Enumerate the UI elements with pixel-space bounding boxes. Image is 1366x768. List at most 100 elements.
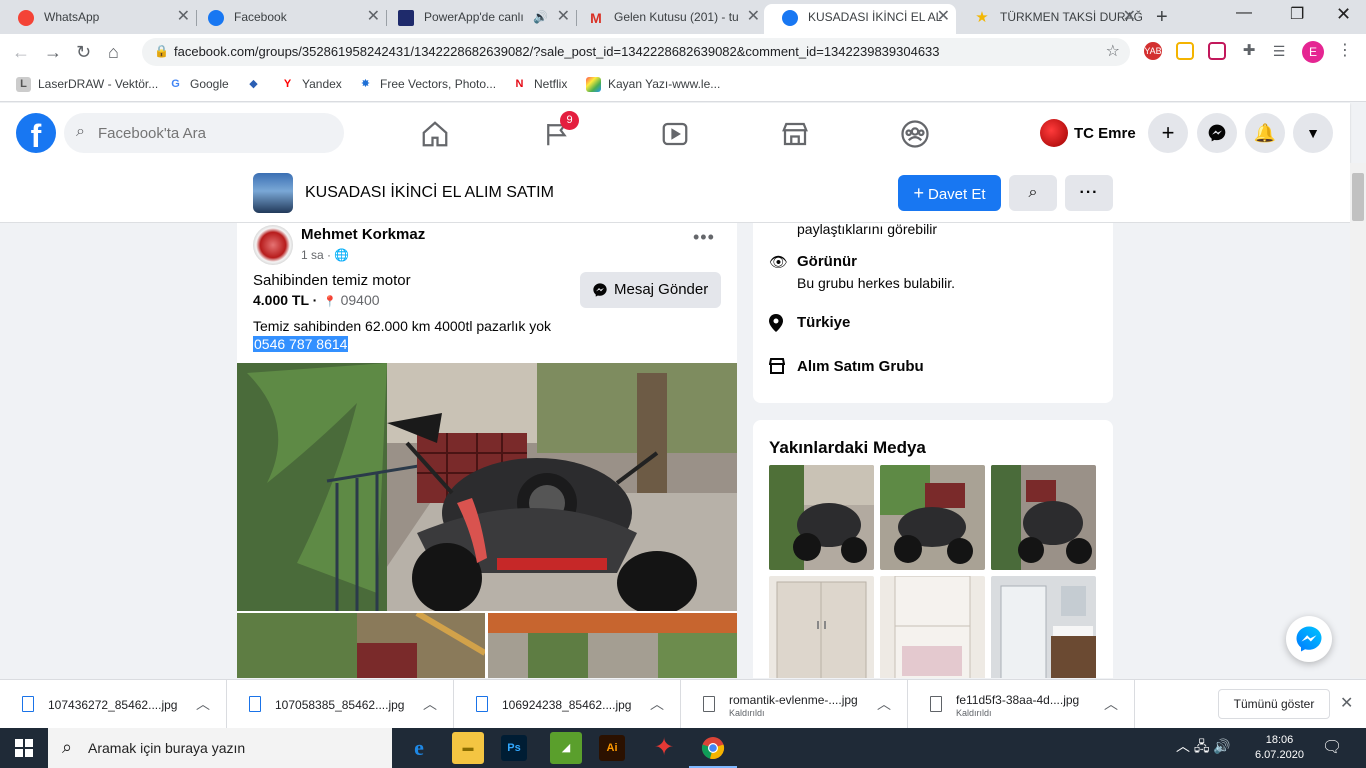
chevron-up-icon[interactable]: ︿ [877, 694, 891, 714]
media-thumbnail[interactable] [769, 576, 874, 678]
post-author[interactable]: Mehmet Korkmaz [301, 226, 425, 243]
tab-powerapp[interactable]: PowerApp'de canlı 🔊 ✕ [380, 4, 576, 34]
facebook-search[interactable]: ⌕ [64, 113, 344, 153]
listing-photo-thumbnail[interactable] [488, 613, 737, 678]
invite-button[interactable]: + Davet Et [898, 175, 1001, 211]
file-explorer-app-icon[interactable]: ▬ [452, 732, 484, 764]
download-item[interactable]: romantik-evlenme-....jpg Kaldırıldı ︿ [681, 680, 908, 729]
coreldraw-app-icon[interactable]: ◢ [550, 732, 582, 764]
messenger-icon[interactable] [1197, 113, 1237, 153]
tab-gmail[interactable]: M Gelen Kutusu (201) - tu ✕ [570, 4, 766, 34]
atv-photo [237, 363, 737, 611]
wardrobe-open-photo [880, 576, 985, 678]
close-window-icon[interactable]: ✕ [1336, 4, 1351, 25]
extension-icon[interactable] [1176, 42, 1194, 60]
chevron-up-icon[interactable]: ︿ [1104, 694, 1118, 714]
action-center-icon[interactable]: 🗨 [1322, 737, 1342, 757]
new-tab-icon[interactable]: + [1156, 6, 1168, 29]
watch-video-icon[interactable] [660, 119, 690, 149]
url-field[interactable]: 🔒 facebook.com/groups/352861958242431/13… [142, 38, 1130, 66]
profile-avatar[interactable]: E [1302, 41, 1324, 63]
tab-turkmen-taksi[interactable]: ★ TÜRKMEN TAKSİ DURAĞ ✕ [956, 4, 1142, 34]
create-plus-icon[interactable]: + [1148, 113, 1188, 153]
home-nav-icon[interactable] [420, 119, 450, 149]
tab-facebook[interactable]: Facebook ✕ [190, 4, 386, 34]
download-item[interactable]: 107436272_85462....jpg ︿ [0, 680, 227, 729]
bookmark-yandex[interactable]: Y Yandex [280, 77, 342, 91]
download-item[interactable]: 107058385_85462....jpg ︿ [227, 680, 454, 729]
group-name[interactable]: KUSADASI İKİNCİ EL ALIM SATIM [305, 184, 554, 202]
reload-icon[interactable]: ↻ [76, 42, 91, 63]
account-menu-chevron-icon[interactable]: ▼ [1293, 113, 1333, 153]
close-tab-icon[interactable]: ✕ [367, 4, 380, 30]
minimize-icon[interactable]: — [1236, 4, 1252, 22]
speaker-icon[interactable]: 🔊 [533, 4, 548, 30]
bookmark-laserdraw[interactable]: L LaserDRAW - Vektör... [16, 77, 158, 92]
restore-icon[interactable]: ❐ [1290, 4, 1304, 24]
download-item[interactable]: fe11d5f3-38aa-4d....jpg Kaldırıldı ︿ [908, 680, 1135, 729]
red-star-app-icon[interactable]: ✦ [648, 732, 680, 764]
close-tab-icon[interactable]: ✕ [557, 4, 570, 30]
system-clock[interactable]: 18:06 6.07.2020 [1255, 733, 1304, 763]
tab-kusadasi-group[interactable]: KUSADASI İKİNCİ EL AL ✕ [764, 4, 956, 34]
forward-icon[interactable]: → [44, 42, 62, 63]
download-item[interactable]: 106924238_85462....jpg ︿ [454, 680, 681, 729]
listing-main-photo[interactable] [237, 363, 737, 611]
author-avatar[interactable] [253, 225, 293, 265]
puzzle-extensions-icon[interactable]: ✚ [1240, 42, 1258, 60]
page-scrollbar[interactable] [1350, 163, 1366, 678]
home-icon[interactable]: ⌂ [108, 42, 119, 63]
group-thumbnail[interactable] [253, 173, 293, 213]
groups-icon[interactable] [900, 119, 930, 149]
scrollbar-thumb[interactable] [1352, 173, 1364, 221]
chrome-menu-icon[interactable]: ⋮ [1336, 42, 1354, 60]
close-downloads-icon[interactable]: ✕ [1340, 693, 1353, 713]
yab-extension-icon[interactable]: YAB [1144, 42, 1162, 60]
send-message-button[interactable]: Mesaj Gönder [580, 272, 721, 308]
close-tab-icon[interactable]: ✕ [747, 4, 760, 30]
facebook-search-input[interactable] [98, 113, 338, 153]
floating-messenger-button[interactable] [1286, 616, 1332, 662]
photoshop-app-icon[interactable]: Ps [501, 735, 527, 761]
chrome-app-icon[interactable] [689, 732, 737, 768]
system-tray[interactable]: ︿ 🖧 🔊 [1176, 736, 1231, 760]
eye-icon: 👁 [769, 254, 789, 271]
tab-whatsapp[interactable]: WhatsApp ✕ [0, 4, 196, 34]
back-icon[interactable]: ← [12, 42, 30, 63]
bathroom-photo [991, 576, 1096, 678]
edge-app-icon[interactable]: e [403, 732, 435, 764]
bookmark-free-vectors[interactable]: ✸ Free Vectors, Photo... [358, 77, 496, 91]
listing-photo-thumbnail[interactable] [237, 613, 485, 678]
start-button[interactable] [0, 728, 48, 768]
taskbar-search[interactable]: ⌕ Aramak için buraya yazın [48, 728, 392, 768]
bookmark-google[interactable]: G Google [168, 77, 228, 91]
show-all-downloads-button[interactable]: Tümünü göster [1218, 689, 1330, 719]
illustrator-app-icon[interactable]: Ai [599, 735, 625, 761]
chevron-up-icon[interactable]: ︿ [196, 694, 210, 714]
post-time[interactable]: 1 sa · 🌐 [301, 248, 349, 262]
phone-number-selected[interactable]: 0546 787 8614 [253, 336, 349, 352]
media-queue-icon[interactable]: ☰ [1270, 42, 1288, 60]
media-thumbnail[interactable] [769, 465, 874, 570]
bookmark-kayan-yazi[interactable]: Kayan Yazı-www.le... [586, 77, 720, 92]
close-tab-icon[interactable]: ✕ [937, 4, 950, 30]
close-tab-icon[interactable]: ✕ [1123, 4, 1136, 30]
media-thumbnail[interactable] [991, 465, 1096, 570]
group-search-icon[interactable]: ⌕ [1009, 175, 1057, 211]
bookmark-star-icon[interactable]: ☆ [1106, 41, 1120, 61]
bookmark-netflix[interactable]: N Netflix [512, 77, 568, 91]
post-options-icon[interactable]: ••• [693, 227, 715, 248]
extension-icon[interactable] [1208, 42, 1226, 60]
pages-flag-icon[interactable]: 9 [542, 111, 579, 149]
media-thumbnail[interactable] [880, 576, 985, 678]
chevron-up-icon[interactable]: ︿ [650, 694, 664, 714]
facebook-logo-icon[interactable]: f [16, 113, 56, 153]
notifications-bell-icon[interactable]: 🔔 [1245, 113, 1285, 153]
lock-icon[interactable]: 🔒 [154, 44, 169, 58]
close-tab-icon[interactable]: ✕ [177, 4, 190, 30]
media-thumbnail[interactable] [991, 576, 1096, 678]
group-more-icon[interactable]: ··· [1065, 175, 1113, 211]
chevron-up-icon[interactable]: ︿ [423, 694, 437, 714]
marketplace-store-icon[interactable] [780, 119, 810, 149]
media-thumbnail[interactable] [880, 465, 985, 570]
